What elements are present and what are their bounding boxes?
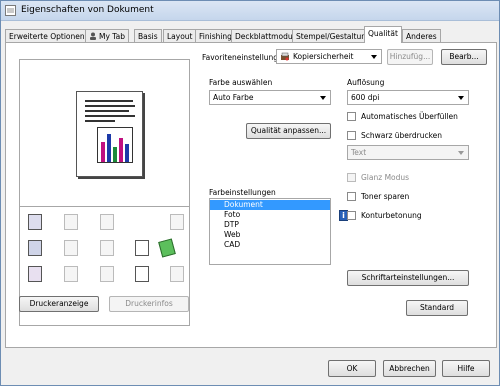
color-select[interactable]: Auto Farbe xyxy=(209,90,331,105)
tab-label: My Tab xyxy=(99,32,125,41)
resolution-value: 600 dpi xyxy=(351,93,380,102)
tab-finishing[interactable]: Finishing xyxy=(195,29,236,42)
title-bar: Eigenschaften von Dokument xyxy=(1,1,499,21)
tab-layout[interactable]: Layout xyxy=(163,29,197,42)
printer-info-button[interactable]: Druckerinfos xyxy=(109,296,189,312)
chevron-down-icon xyxy=(458,96,464,100)
add-favorite-button[interactable]: Hinzufüg... xyxy=(387,49,433,65)
cancel-button[interactable]: Abbrechen xyxy=(383,360,436,377)
chart-bar xyxy=(107,134,111,162)
text-line xyxy=(85,100,133,102)
edge-enhance-label: Konturbetonung xyxy=(361,211,422,220)
tab-deckblattmodus[interactable]: Deckblattmodus xyxy=(231,29,301,42)
list-item[interactable]: DTP xyxy=(210,220,330,230)
page-preview-image xyxy=(76,91,143,177)
chart-bar xyxy=(119,138,123,162)
combine-icon xyxy=(64,240,78,256)
favorites-select[interactable]: Kopiersicherheit xyxy=(276,49,382,64)
chevron-down-icon xyxy=(371,55,377,59)
text-line xyxy=(85,110,129,112)
tab-qualitaet[interactable]: Qualität xyxy=(364,26,402,43)
stamp-icon xyxy=(158,238,176,258)
list-item[interactable]: CAD xyxy=(210,240,330,250)
tab-anderes[interactable]: Anderes xyxy=(402,29,441,42)
overlay-icon xyxy=(135,266,149,282)
copy-icon xyxy=(100,214,114,230)
adjust-quality-button[interactable]: Qualität anpassen... xyxy=(246,123,331,139)
printer-favorite-icon xyxy=(280,52,290,62)
printer-view-button[interactable]: Druckeranzeige xyxy=(19,296,99,312)
gloss-mode-checkbox[interactable] xyxy=(347,173,356,182)
document-icon xyxy=(5,5,16,16)
text-line xyxy=(85,120,115,122)
favorites-label: Favoriteneinstellung xyxy=(202,53,279,62)
font-settings-button[interactable]: Schriftarteinstellungen... xyxy=(347,270,469,286)
user-icon xyxy=(89,32,97,40)
chart-bar xyxy=(125,144,129,162)
black-overprint-label: Schwarz überdrucken xyxy=(361,131,443,140)
tab-label: Layout xyxy=(167,32,193,41)
help-button[interactable]: Hilfe xyxy=(442,360,490,377)
chart-bar xyxy=(113,147,117,162)
overprint-select[interactable]: Text xyxy=(347,145,469,160)
text-line xyxy=(85,115,135,117)
window-title: Eigenschaften von Dokument xyxy=(21,5,154,15)
edit-favorite-button[interactable]: Bearb... xyxy=(441,49,487,65)
list-item[interactable]: Web xyxy=(210,230,330,240)
auto-overfill-label: Automatisches Überfüllen xyxy=(361,112,458,121)
black-overprint-checkbox[interactable] xyxy=(347,131,356,140)
document-text-icon xyxy=(135,240,149,256)
color-page-icon xyxy=(28,266,42,282)
color-select-value: Auto Farbe xyxy=(213,93,254,102)
tab-label: Deckblattmodus xyxy=(235,32,297,41)
layout-icon xyxy=(100,240,114,256)
text-line xyxy=(85,105,135,107)
list-item[interactable]: Foto xyxy=(210,210,330,220)
tab-strip: Erweiterte Optionen My Tab Basis Layout … xyxy=(5,26,497,43)
resolution-select[interactable]: 600 dpi xyxy=(347,90,469,105)
chevron-down-icon xyxy=(320,96,326,100)
punch-icon xyxy=(100,266,114,282)
tab-basis[interactable]: Basis xyxy=(134,29,162,42)
tab-erweiterte-optionen[interactable]: Erweiterte Optionen xyxy=(5,29,89,42)
tab-label: Basis xyxy=(138,32,158,41)
tab-label: Stempel/Gestaltung xyxy=(296,32,371,41)
color-settings-label: Farbeinstellungen xyxy=(209,188,276,197)
stack-icon xyxy=(170,266,184,282)
tab-my-tab[interactable]: My Tab xyxy=(85,29,129,42)
tab-label: Qualität xyxy=(368,29,398,38)
auto-overfill-checkbox[interactable] xyxy=(347,112,356,121)
booklet-icon xyxy=(28,240,42,256)
staple-icon xyxy=(64,266,78,282)
color-settings-list[interactable]: Dokument Foto DTP Web CAD xyxy=(209,198,331,265)
tab-label: Erweiterte Optionen xyxy=(9,32,85,41)
ok-button[interactable]: OK xyxy=(328,360,376,377)
export-icon xyxy=(170,214,184,230)
tab-label: Finishing xyxy=(199,32,232,41)
properties-dialog: Eigenschaften von Dokument Erweiterte Op… xyxy=(0,0,500,386)
pages-icon xyxy=(64,214,78,230)
favorites-value: Kopiersicherheit xyxy=(293,52,354,61)
list-item[interactable]: Dokument xyxy=(210,200,330,210)
edge-enhance-checkbox[interactable] xyxy=(347,211,356,220)
toner-save-label: Toner sparen xyxy=(361,192,410,201)
document-preview xyxy=(19,59,190,215)
standard-button[interactable]: Standard xyxy=(406,300,468,316)
color-select-label: Farbe auswählen xyxy=(209,78,273,87)
resolution-label: Auflösung xyxy=(347,78,385,87)
tab-label: Anderes xyxy=(406,32,437,41)
chart-bar xyxy=(101,142,105,162)
gloss-mode-label: Glanz Modus xyxy=(361,173,410,182)
page-icon xyxy=(28,214,42,230)
toner-save-checkbox[interactable] xyxy=(347,192,356,201)
overprint-value: Text xyxy=(351,148,367,157)
chevron-down-icon xyxy=(458,151,464,155)
tab-stempel-gestaltung[interactable]: Stempel/Gestaltung xyxy=(292,29,375,42)
quality-panel: Favoriteneinstellung Kopiersicherheit Hi… xyxy=(5,42,497,348)
